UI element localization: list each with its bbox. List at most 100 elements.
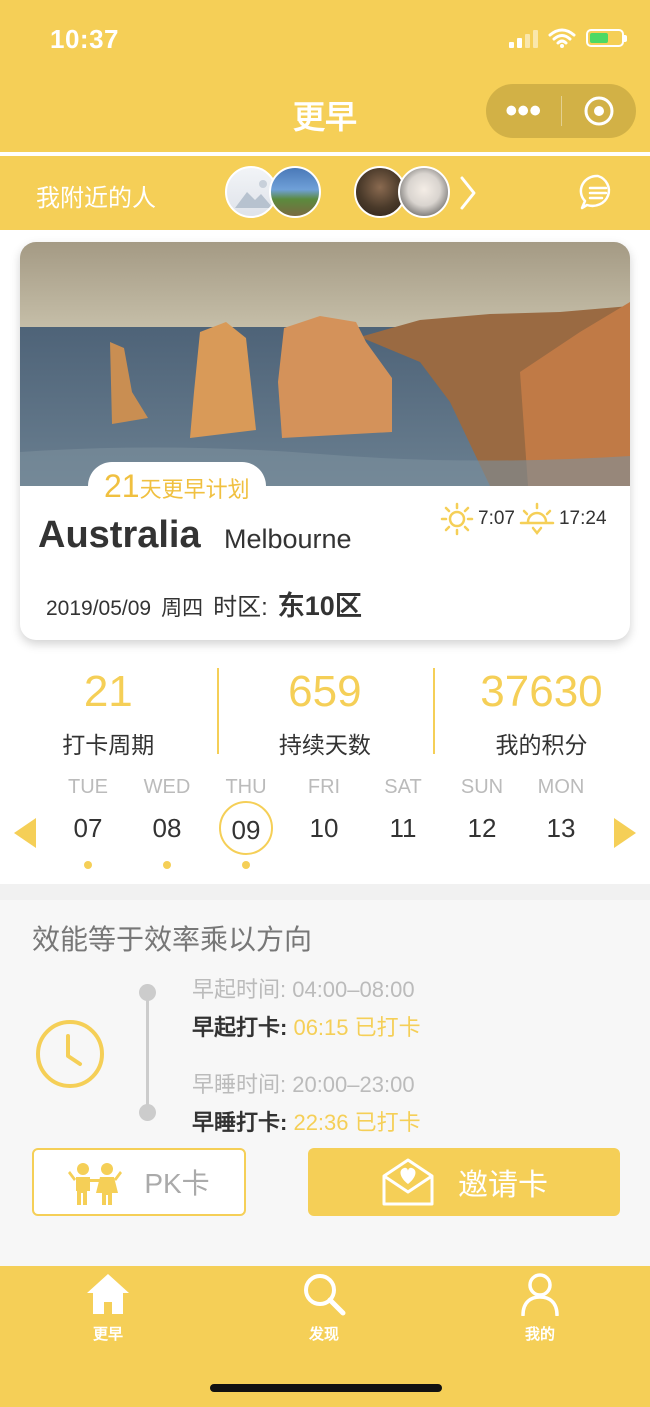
day-name: SUN: [460, 776, 504, 798]
day-number: 08: [152, 813, 182, 843]
stat-continuous-days: 659 持续天数: [216, 664, 434, 760]
timezone: 东10区: [277, 591, 362, 621]
early-sleep-checkin: 早睡打卡: 22:36 已打卡: [192, 1105, 421, 1137]
weekday: 周四: [161, 597, 204, 620]
early-sleep-window: 早睡时间: 20:00–23:00: [192, 1072, 415, 1097]
sunrise-icon: [440, 502, 474, 536]
location-card[interactable]: 21天更早计划 Australia Melbourne 7:07 17:24 2…: [20, 242, 630, 640]
battery-charging-icon: [586, 29, 627, 47]
invite-card-label: 邀请卡: [458, 1169, 548, 1202]
day-wed[interactable]: WED 08: [137, 776, 197, 869]
timeline-dot: [139, 1104, 156, 1121]
early-rise-label: 早起打卡:: [192, 1015, 294, 1040]
status-icons: [509, 28, 627, 48]
stat-my-points: 37630 我的积分: [433, 664, 650, 760]
mini-program-capsule: •••: [486, 84, 636, 138]
search-icon: [304, 1274, 346, 1316]
early-rise-checkin: 早起打卡: 06:15 已打卡: [192, 1010, 421, 1042]
day-fri[interactable]: FRI 10: [294, 776, 354, 855]
avatar[interactable]: [398, 166, 450, 218]
status-time: 10:37: [50, 24, 119, 54]
plan-days: 21: [104, 468, 140, 504]
signal-icon: [509, 28, 538, 48]
section-divider: [0, 884, 650, 900]
timeline-dot: [139, 984, 156, 1001]
home-indicator: [210, 1384, 442, 1392]
day-name: MON: [537, 776, 585, 798]
day-number: 07: [73, 813, 103, 843]
checkin-section: 效能等于效率乘以方向 早起时间: 04:00–08:00 早起打卡: 06:15…: [0, 900, 650, 1266]
day-number: 13: [546, 813, 576, 843]
coastline-photo: [20, 242, 630, 486]
sunrise-time: 7:07: [478, 508, 515, 529]
tab-mine[interactable]: 我的: [490, 1272, 590, 1344]
plan-text: 天更早计划: [139, 477, 250, 502]
city-name: Melbourne: [224, 524, 352, 554]
early-sleep-label: 早睡打卡:: [192, 1110, 294, 1135]
motto: 效能等于效率乘以方向: [32, 924, 313, 955]
early-rise-value: 06:15 已打卡: [293, 1015, 421, 1040]
status-bar: 10:37: [0, 0, 650, 80]
plan-badge: 21天更早计划: [88, 462, 266, 510]
sunset-icon: [519, 502, 555, 536]
more-button[interactable]: •••: [486, 94, 561, 128]
day-tue[interactable]: TUE 07: [58, 776, 118, 869]
week-selector: TUE 07 WED 08 THU 09 FRI 10 SAT 11 SUN 1…: [0, 776, 650, 884]
pk-card-label: PK卡: [144, 1168, 210, 1199]
stat-value: 21: [83, 667, 133, 716]
stats-row: 21 打卡周期 659 持续天数 37630 我的积分: [0, 664, 650, 760]
nearby-label: 我附近的人: [36, 185, 156, 212]
timeline: [138, 984, 158, 1121]
chat-bubble-icon[interactable]: [578, 172, 618, 212]
tab-label: 更早: [92, 1326, 123, 1343]
checkin-dot: [84, 861, 92, 869]
day-number: 12: [467, 813, 497, 843]
day-sun[interactable]: SUN 12: [452, 776, 512, 855]
day-name: THU: [225, 776, 267, 798]
stat-value: 659: [288, 667, 362, 716]
tab-label: 发现: [308, 1326, 339, 1343]
wifi-icon: [548, 28, 576, 48]
sunset-time: 17:24: [558, 508, 607, 529]
checkin-dot: [242, 861, 250, 869]
tab-home[interactable]: 更早: [58, 1272, 158, 1344]
person-icon: [521, 1273, 559, 1317]
stat-checkin-cycle: 21 打卡周期: [0, 664, 217, 760]
day-number-selected: 09: [219, 801, 273, 855]
day-name: WED: [143, 776, 191, 798]
home-icon: [87, 1274, 129, 1314]
tab-label: 我的: [524, 1326, 555, 1343]
close-button[interactable]: [562, 95, 637, 127]
sun-times: 7:07 17:24: [440, 502, 607, 536]
avatar[interactable]: [269, 166, 321, 218]
day-name: TUE: [68, 776, 108, 798]
chevron-right-icon[interactable]: [456, 174, 480, 212]
day-number: 11: [389, 813, 417, 843]
checkin-dot: [163, 861, 171, 869]
envelope-heart-icon: [382, 1158, 434, 1206]
kids-icon: [68, 1163, 123, 1205]
day-sat[interactable]: SAT 11: [373, 776, 433, 855]
tab-discover[interactable]: 发现: [274, 1272, 374, 1344]
invite-card-button[interactable]: 邀请卡: [308, 1148, 620, 1216]
stat-label: 打卡周期: [62, 732, 155, 758]
day-number: 10: [309, 813, 339, 843]
nav-bar: 更早 •••: [0, 80, 650, 152]
day-name: FRI: [307, 776, 341, 798]
timeline-line: [146, 992, 149, 1112]
target-icon: [584, 96, 614, 126]
pk-card-button[interactable]: PK卡: [32, 1148, 246, 1216]
stat-value: 37630: [480, 667, 603, 716]
day-name: SAT: [384, 776, 422, 798]
stat-label: 持续天数: [278, 732, 371, 758]
day-thu[interactable]: THU 09: [216, 776, 276, 869]
stat-label: 我的积分: [495, 732, 588, 758]
date: 2019/05/09: [46, 597, 152, 620]
timezone-label: 时区:: [213, 594, 268, 621]
date-line: 2019/05/09 周四 时区: 东10区: [46, 584, 362, 623]
early-rise-window: 早起时间: 04:00–08:00: [192, 977, 415, 1002]
day-mon[interactable]: MON 13: [531, 776, 591, 855]
prev-week-button[interactable]: [12, 816, 38, 850]
nearby-people-row[interactable]: 我附近的人: [0, 156, 650, 230]
next-week-button[interactable]: [612, 816, 638, 850]
